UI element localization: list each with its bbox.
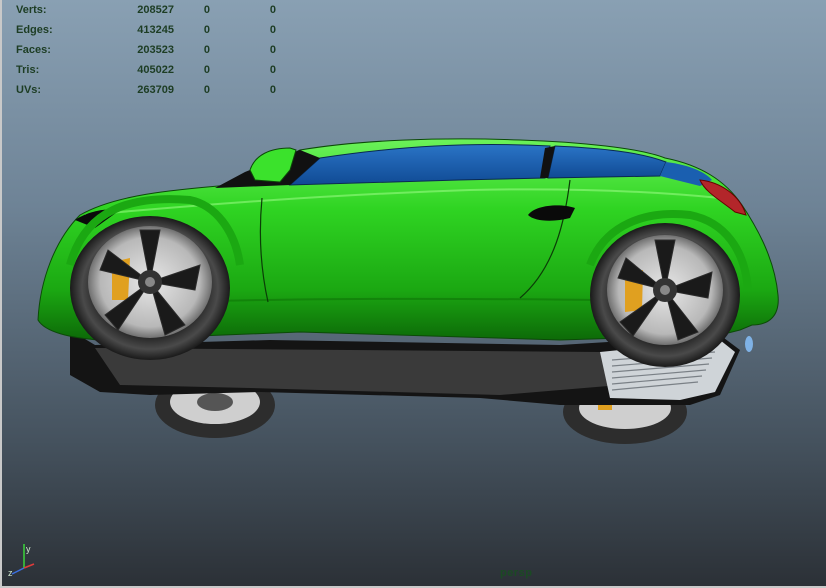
rear-wheel [70,216,230,360]
front-wheel [590,223,740,367]
camera-name-label: persp [500,567,533,579]
axis-gizmo: y z [8,544,35,578]
3d-viewport[interactable]: Verts: 208527 0 0 Edges: 413245 0 0 Face… [0,0,826,588]
x-axis-line [23,563,35,569]
viewport-border-left [0,0,2,588]
z-axis-label: z [8,568,13,578]
rear-side-window [547,145,667,179]
z-axis-line [11,567,25,575]
car-model[interactable] [0,0,826,588]
y-axis-label: y [26,544,31,554]
